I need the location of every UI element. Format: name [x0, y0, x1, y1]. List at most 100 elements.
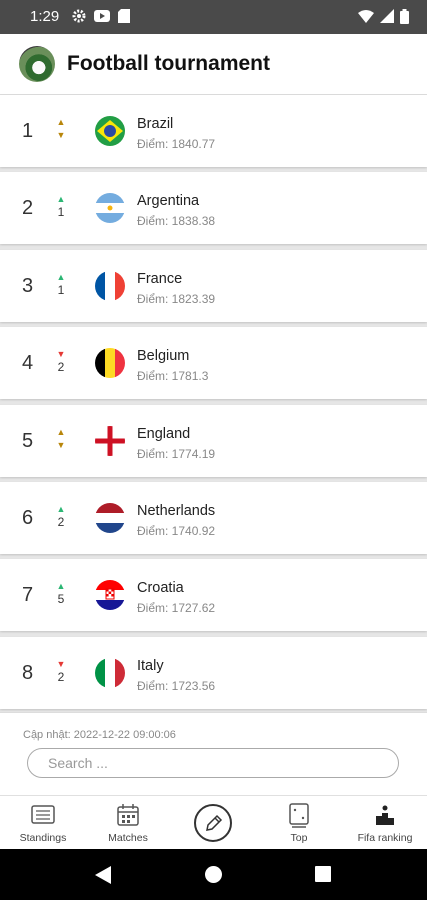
team-points: Điểm: 1823.39: [137, 292, 215, 306]
rank-number: 2: [22, 197, 34, 220]
ranking-row[interactable]: 8 ▼ 2 Italy Điểm: 1723.56: [0, 636, 427, 709]
ranking-row[interactable]: 3 ▲ 1 France Điểm: 1823.39: [0, 249, 427, 322]
pencil-icon: [206, 814, 223, 831]
nav-standings[interactable]: Standings: [3, 802, 83, 844]
team-name: Brazil: [137, 116, 174, 132]
calendar-icon: [117, 804, 139, 826]
trend-up-icon: ▲: [56, 581, 66, 592]
rank-change: 1: [57, 282, 65, 297]
ranking-row[interactable]: 2 ▲ 1 Argentina Điểm: 1838.38: [0, 172, 427, 245]
rank-trend: ▲ 1: [52, 272, 70, 297]
gear-icon: [72, 9, 86, 23]
app-logo-avatar: [19, 46, 55, 82]
trend-up-icon: ▲: [56, 426, 66, 437]
standings-icon: [31, 805, 55, 824]
rank-change: 1: [57, 205, 65, 220]
trend-up-icon: ▲: [56, 194, 66, 205]
rank-change: 2: [57, 669, 65, 684]
points-prefix: Điểm:: [137, 446, 172, 461]
status-system-icons: [358, 9, 409, 24]
trend-down-icon: ▼: [56, 658, 66, 669]
rank-trend: ▲ ▼: [52, 427, 70, 450]
rank-trend: ▲ 5: [52, 581, 70, 606]
footer-area: Cập nhật: 2022-12-22 09:00:06: [0, 712, 427, 795]
points-prefix: Điểm:: [137, 369, 172, 384]
nav-top[interactable]: Top: [259, 802, 339, 844]
search-input[interactable]: [27, 748, 399, 778]
rank-trend: ▲ 1: [52, 194, 70, 219]
rank-trend: ▼ 2: [52, 349, 70, 374]
croatia-flag-icon: [95, 580, 125, 611]
points-value: 1823.39: [171, 291, 216, 306]
points-prefix: Điểm:: [137, 214, 172, 229]
team-points: Điểm: 1740.92: [137, 524, 215, 538]
ranking-row[interactable]: 1 ▲ ▼ Brazil Điểm: 1840.77: [0, 95, 427, 167]
ranking-row[interactable]: 4 ▼ 2 Belgium Điểm: 1781.3: [0, 327, 427, 400]
last-updated-text: Cập nhật: 2022-12-22 09:00:06: [23, 729, 176, 741]
home-icon[interactable]: [205, 866, 222, 883]
status-notification-icons: [72, 9, 130, 23]
rank-change: 2: [57, 360, 65, 375]
netherlands-flag-icon: [95, 502, 125, 533]
status-time: 1:29: [30, 8, 60, 25]
points-value: 1774.19: [171, 446, 216, 461]
app-bar: Football tournament: [0, 34, 427, 95]
rank-change: 2: [57, 514, 65, 529]
battery-icon: [400, 9, 409, 24]
team-points: Điểm: 1840.77: [137, 137, 215, 151]
team-name: Argentina: [137, 193, 200, 210]
rank-number: 4: [22, 352, 34, 375]
ranking-row[interactable]: 6 ▲ 2 Netherlands Điểm: 1740.92: [0, 481, 427, 554]
nav-matches[interactable]: Matches: [88, 802, 168, 844]
points-prefix: Điểm:: [137, 601, 172, 616]
trend-up-icon: ▲: [56, 271, 66, 282]
android-nav-bar: [0, 849, 427, 900]
podium-icon: [376, 805, 394, 825]
team-points: Điểm: 1781.3: [137, 369, 208, 383]
nav-fifa-ranking-label: Fifa ranking: [357, 832, 413, 844]
ranking-row[interactable]: 7 ▲ 5 Croatia Điểm: 1727.62: [0, 559, 427, 632]
brazil-flag-icon: [95, 116, 125, 146]
points-value: 1727.62: [171, 601, 216, 616]
points-prefix: Điểm:: [137, 137, 172, 151]
page-title: Football tournament: [67, 52, 270, 75]
ranking-row[interactable]: 5 ▲ ▼ England Điểm: 1774.19: [0, 404, 427, 477]
team-name: England: [137, 425, 191, 442]
wifi-icon: [358, 10, 374, 23]
ranking-list[interactable]: 1 ▲ ▼ Brazil Điểm: 1840.77 2 ▲ 1 Argentina Điểm: …: [0, 95, 427, 714]
top-icon: [289, 803, 309, 828]
trend-up-icon: ▲: [56, 503, 66, 514]
youtube-icon: [94, 10, 110, 22]
recents-icon[interactable]: [315, 866, 331, 882]
rank-number: 5: [22, 429, 34, 452]
belgium-flag-icon: [95, 348, 125, 379]
rank-trend: ▲ ▼: [52, 117, 70, 140]
back-icon[interactable]: [95, 866, 111, 884]
team-name: Belgium: [137, 348, 190, 365]
team-points: Điểm: 1838.38: [137, 214, 215, 228]
rank-number: 8: [22, 661, 34, 684]
nav-fifa-ranking[interactable]: Fifa ranking: [345, 802, 425, 844]
points-value: 1723.56: [171, 678, 216, 693]
rank-number: 1: [22, 120, 34, 142]
italy-flag-icon: [95, 657, 125, 688]
nav-standings-label: Standings: [19, 832, 67, 844]
points-value: 1740.92: [171, 523, 216, 538]
team-name: Italy: [137, 657, 164, 674]
points-prefix: Điểm:: [137, 291, 172, 306]
rank-number: 6: [22, 506, 34, 529]
team-name: France: [137, 270, 183, 287]
points-value: 1840.77: [171, 137, 216, 151]
team-points: Điểm: 1723.56: [137, 679, 215, 693]
nav-matches-label: Matches: [108, 832, 148, 844]
team-points: Điểm: 1774.19: [137, 447, 215, 461]
points-value: 1838.38: [171, 214, 216, 229]
france-flag-icon: [95, 270, 125, 301]
rank-number: 7: [22, 584, 34, 607]
bottom-nav: Standings Matches Top Fifa ranking: [0, 795, 427, 850]
points-value: 1781.3: [171, 369, 209, 384]
points-prefix: Điểm:: [137, 523, 172, 538]
rank-number: 3: [22, 274, 34, 297]
center-edit-button[interactable]: [194, 804, 232, 842]
sd-card-icon: [118, 9, 130, 23]
